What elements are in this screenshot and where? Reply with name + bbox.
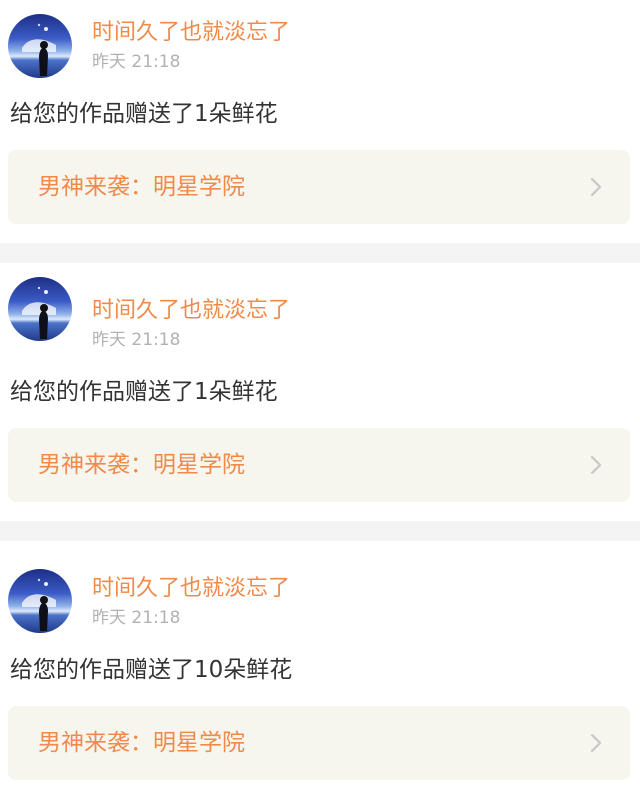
chevron-right-icon xyxy=(590,455,602,475)
avatar[interactable] xyxy=(8,277,72,341)
notification-card: 时间久了也就淡忘了 昨天 21:18 给您的作品赠送了1朵鲜花 男神来袭：明星学… xyxy=(0,0,640,243)
notification-card: 时间久了也就淡忘了 昨天 21:18 给您的作品赠送了1朵鲜花 男神来袭：明星学… xyxy=(0,263,640,506)
work-link-card[interactable]: 男神来袭：明星学院 xyxy=(8,428,630,502)
gift-message: 给您的作品赠送了1朵鲜花 xyxy=(10,101,278,127)
avatar[interactable] xyxy=(8,14,72,78)
gift-message: 给您的作品赠送了10朵鲜花 xyxy=(10,657,293,683)
work-title: 男神来袭：明星学院 xyxy=(38,174,245,200)
section-divider xyxy=(0,243,640,263)
avatar[interactable] xyxy=(8,569,72,633)
timestamp: 昨天 21:18 xyxy=(92,52,181,72)
gift-message: 给您的作品赠送了1朵鲜花 xyxy=(10,379,278,405)
username[interactable]: 时间久了也就淡忘了 xyxy=(92,19,290,47)
timestamp: 昨天 21:18 xyxy=(92,330,181,350)
work-title: 男神来袭：明星学院 xyxy=(38,452,245,478)
notification-feed: 时间久了也就淡忘了 昨天 21:18 给您的作品赠送了1朵鲜花 男神来袭：明星学… xyxy=(0,0,640,790)
chevron-right-icon xyxy=(590,733,602,753)
work-link-card[interactable]: 男神来袭：明星学院 xyxy=(8,150,630,224)
username[interactable]: 时间久了也就淡忘了 xyxy=(92,575,290,603)
username[interactable]: 时间久了也就淡忘了 xyxy=(92,297,290,325)
timestamp: 昨天 21:18 xyxy=(92,608,181,628)
work-link-card[interactable]: 男神来袭：明星学院 xyxy=(8,706,630,780)
work-title: 男神来袭：明星学院 xyxy=(38,730,245,756)
notification-card: 时间久了也就淡忘了 昨天 21:18 给您的作品赠送了10朵鲜花 男神来袭：明星… xyxy=(0,541,640,784)
section-divider xyxy=(0,521,640,541)
chevron-right-icon xyxy=(590,177,602,197)
